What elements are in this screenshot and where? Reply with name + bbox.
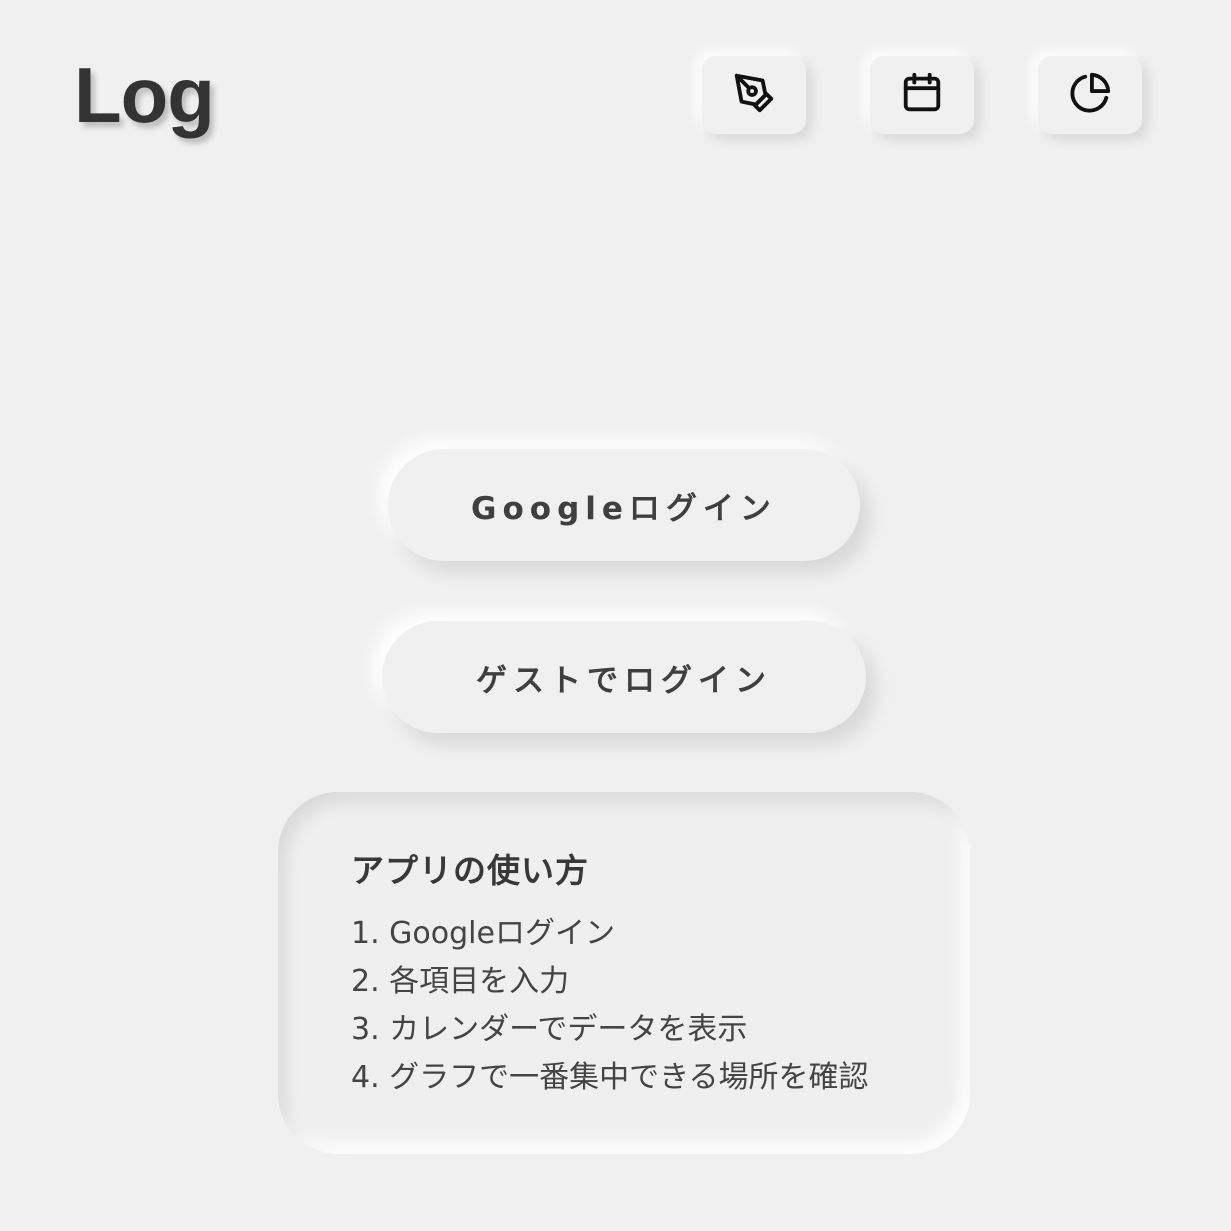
how-to-use-card: アプリの使い方 1. Googleログイン 2. 各項目を入力 3. カレンダー… <box>278 792 970 1154</box>
calendar-nav-button[interactable] <box>870 56 974 134</box>
page: Log Googleログイン ゲストでログイン アプリの使い方 1. Googl… <box>0 0 1231 1231</box>
app-logo: Log <box>74 51 215 139</box>
pie-chart-icon <box>1067 70 1113 120</box>
how-to-step: 2. 各項目を入力 <box>351 964 570 999</box>
how-to-step: 1. Googleログイン <box>351 916 615 951</box>
pen-icon <box>731 70 777 120</box>
how-to-steps: 1. Googleログイン 2. 各項目を入力 3. カレンダーでデータを表示 … <box>351 910 970 1102</box>
guest-login-button[interactable]: ゲストでログイン <box>382 621 866 733</box>
calendar-icon <box>899 70 945 120</box>
google-login-button[interactable]: Googleログイン <box>388 449 860 561</box>
how-to-step: 4. グラフで一番集中できる場所を確認 <box>351 1060 869 1095</box>
input-nav-button[interactable] <box>702 56 806 134</box>
how-to-step: 3. カレンダーでデータを表示 <box>351 1012 748 1047</box>
how-to-title: アプリの使い方 <box>351 851 589 890</box>
graph-nav-button[interactable] <box>1038 56 1142 134</box>
